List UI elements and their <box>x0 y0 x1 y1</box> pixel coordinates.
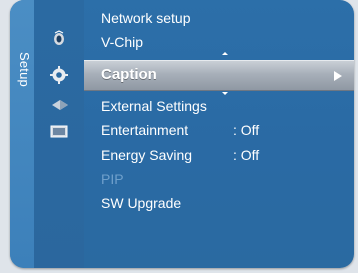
category-strip: Setup <box>10 0 34 268</box>
arrow-right-icon <box>334 71 342 81</box>
entertainment-value: : Off <box>233 122 260 138</box>
menu-item-caption[interactable]: Caption <box>84 60 354 91</box>
picture-icon[interactable] <box>49 30 69 46</box>
menu-item-network-setup[interactable]: Network setup <box>101 8 190 28</box>
menu-item-caption-label: Caption <box>101 66 157 83</box>
menu-item-external-settings[interactable]: External Settings <box>101 96 207 116</box>
menu-item-sw-upgrade[interactable]: SW Upgrade <box>101 193 181 213</box>
setup-options-list: Network setup V-Chip Caption External Se… <box>84 0 354 268</box>
application-icon[interactable] <box>49 124 69 140</box>
input-icon[interactable] <box>50 97 70 113</box>
menu-item-pip: PIP <box>101 171 124 187</box>
scroll-up-icon <box>222 52 228 55</box>
category-icon-column <box>34 0 101 268</box>
menu-item-v-chip[interactable]: V-Chip <box>101 32 143 52</box>
menu-item-entertainment[interactable]: Entertainment <box>101 120 188 140</box>
menu-item-energy-saving[interactable]: Energy Saving <box>101 145 192 165</box>
tv-screen: Setup Network setup V-Chip Caption Exter… <box>0 0 358 273</box>
energy-saving-value: : Off <box>233 147 260 163</box>
scroll-down-icon <box>222 92 228 95</box>
setup-menu-panel: Setup Network setup V-Chip Caption Exter… <box>10 0 354 268</box>
setup-gear-icon[interactable] <box>49 66 69 84</box>
category-label: Setup <box>17 52 32 87</box>
